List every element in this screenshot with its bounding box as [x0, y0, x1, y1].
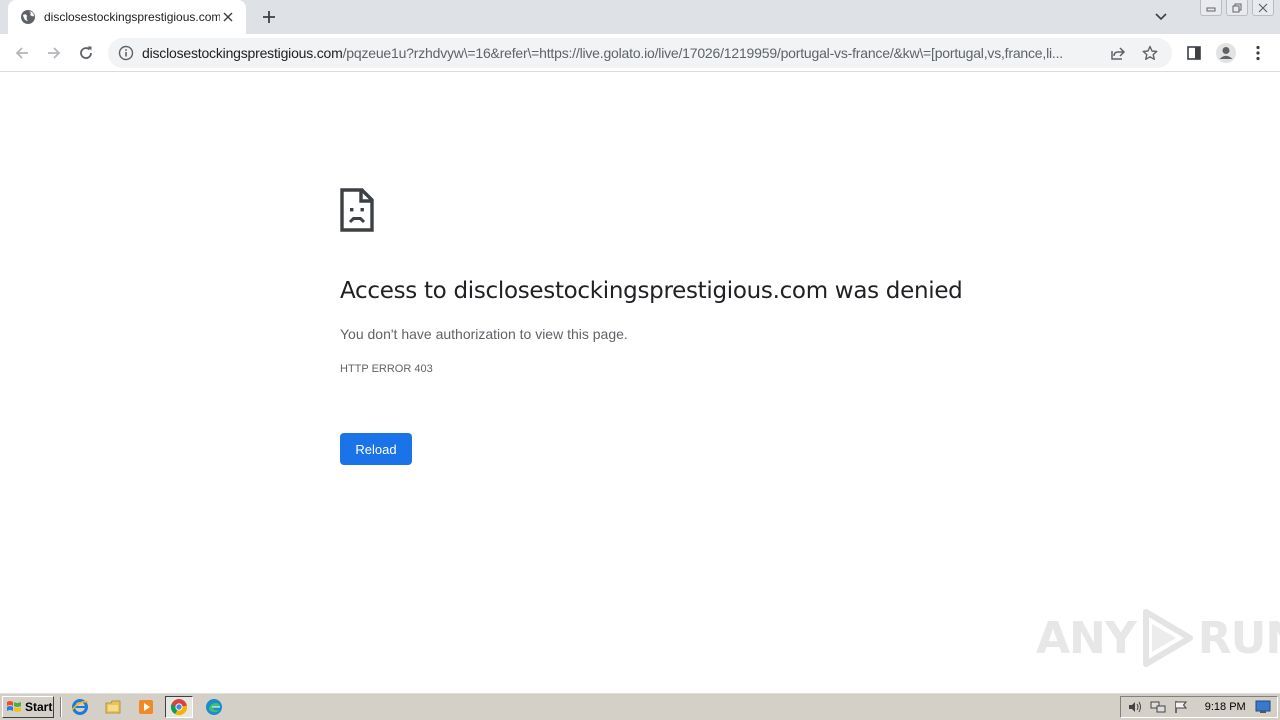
star-icon[interactable]: [1138, 41, 1162, 65]
watermark-left-text: ANY: [1036, 612, 1137, 664]
close-window-button[interactable]: [1252, 0, 1274, 16]
url-path: /pqzeue1u?rzhdvyw\=16&refer\=https://liv…: [342, 45, 1064, 61]
watermark-right-text: RUN: [1197, 612, 1280, 664]
address-bar[interactable]: disclosestockingsprestigious.com/pqzeue1…: [108, 38, 1172, 68]
url-host: disclosestockingsprestigious.com: [142, 45, 343, 61]
menu-button[interactable]: [1244, 39, 1272, 67]
chevron-down-icon: [1155, 13, 1167, 21]
system-tray: 9:18 PM: [1120, 696, 1278, 718]
flag-icon[interactable]: [1172, 698, 1191, 716]
back-button[interactable]: [8, 39, 36, 67]
arrow-right-icon: [48, 47, 61, 59]
globe-icon: [20, 9, 36, 25]
tab-title: disclosestockingsprestigious.com: [44, 10, 220, 24]
tab-strip: disclosestockingsprestigious.com: [0, 0, 1280, 34]
minimize-icon: [1206, 7, 1216, 11]
kebab-menu-icon: [1256, 45, 1260, 61]
profile-button[interactable]: [1212, 39, 1240, 67]
error-code: HTTP ERROR 403: [340, 363, 433, 375]
chrome-icon[interactable]: [165, 696, 193, 718]
url-text[interactable]: disclosestockingsprestigious.com/pqzeue1…: [142, 45, 1098, 61]
forward-button[interactable]: [40, 39, 68, 67]
network-icon[interactable]: [1148, 698, 1167, 716]
info-icon[interactable]: [118, 45, 134, 61]
close-icon: [1258, 3, 1268, 12]
taskbar-clock: 9:18 PM: [1204, 701, 1246, 713]
taskbar-separator: [60, 697, 62, 717]
side-panel-button[interactable]: [1180, 39, 1208, 67]
browser-toolbar: disclosestockingsprestigious.com/pqzeue1…: [0, 34, 1280, 72]
reload-icon: [80, 46, 92, 59]
show-desktop-icon[interactable]: [1254, 698, 1273, 716]
taskbar: Start 9:18 PM: [0, 692, 1280, 720]
window-controls: [1200, 0, 1274, 16]
watermark: ANY RUN: [1036, 606, 1280, 670]
tab-active[interactable]: disclosestockingsprestigious.com: [8, 0, 246, 34]
start-button[interactable]: Start: [2, 696, 54, 718]
avatar-icon: [1216, 43, 1236, 63]
error-description: You don't have authorization to view thi…: [340, 326, 628, 342]
arrow-left-icon: [15, 47, 28, 59]
sad-document-icon: [340, 188, 374, 232]
windows-logo-icon: [7, 701, 21, 712]
restore-icon: [1232, 3, 1242, 12]
close-icon[interactable]: [220, 9, 236, 25]
page-content: Access to disclosestockingsprestigious.c…: [0, 72, 1280, 692]
restore-button[interactable]: [1226, 0, 1248, 16]
volume-icon[interactable]: [1125, 698, 1144, 716]
new-tab-button[interactable]: [258, 6, 280, 28]
edge-icon[interactable]: [200, 696, 228, 718]
tab-search-button[interactable]: [1150, 6, 1172, 28]
share-icon[interactable]: [1106, 41, 1130, 65]
page-title: Access to disclosestockingsprestigious.c…: [340, 278, 963, 304]
play-logo-icon: [1142, 609, 1193, 667]
reload-button[interactable]: Reload: [340, 433, 412, 465]
reload-toolbar-button[interactable]: [72, 39, 100, 67]
plus-icon: [263, 11, 275, 23]
side-panel-icon: [1187, 46, 1201, 60]
minimize-button[interactable]: [1200, 0, 1222, 16]
internet-explorer-icon[interactable]: [66, 696, 94, 718]
file-explorer-icon[interactable]: [99, 696, 127, 718]
start-label: Start: [25, 700, 53, 714]
media-player-icon[interactable]: [132, 696, 160, 718]
